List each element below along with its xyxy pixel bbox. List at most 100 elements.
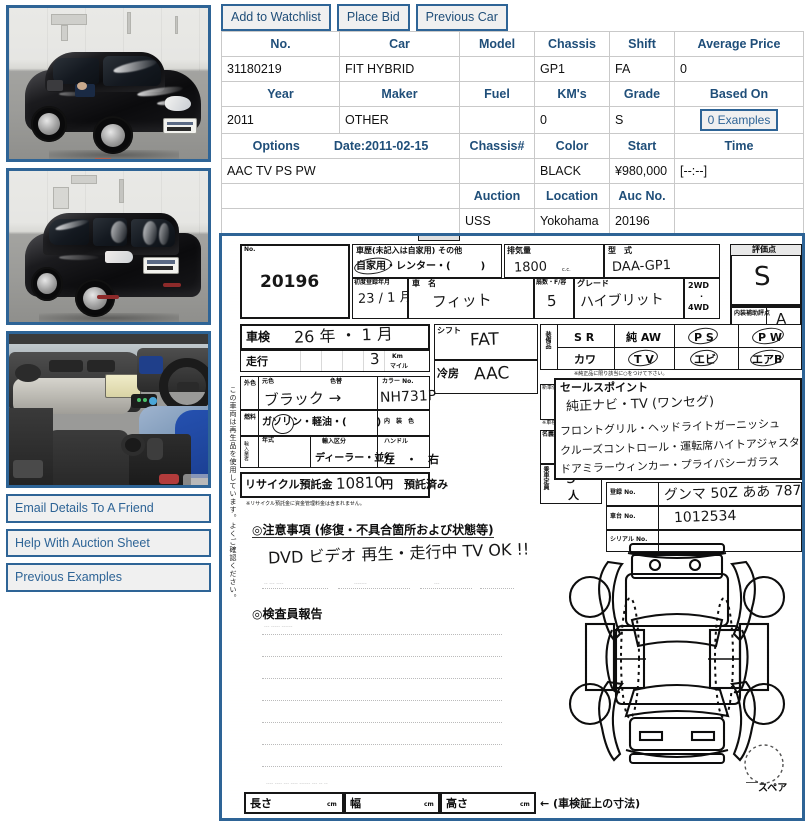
- recycle-label: リサイクル預託金: [245, 478, 333, 491]
- table-row-values-4: USS Yokohama 20196: [221, 208, 804, 234]
- help-with-auction-sheet-button[interactable]: Help With Auction Sheet: [6, 528, 211, 557]
- recycle-note: ※リサイクル預託金に資金管理料金は含まれません。: [246, 501, 365, 507]
- equipment-label: 装備品: [544, 331, 551, 349]
- vehicle-info-table: No. Car Model Chassis Shift Average Pric…: [221, 31, 804, 234]
- repaint-label: 色替: [330, 378, 343, 385]
- reg-no-label: 登録 No.: [610, 489, 636, 496]
- col-header-model: Model: [459, 31, 535, 57]
- notes-value: DVD ビデオ 再生・走行中 TV OK !!: [267, 539, 530, 568]
- color-no-label: カラー No.: [382, 378, 414, 385]
- col-header-car: Car: [339, 31, 460, 57]
- mileage-label: 走行: [246, 355, 268, 368]
- displacement-label: 排気量: [507, 246, 531, 255]
- sidebar-actions: Email Details To A Friend Help With Auct…: [6, 494, 212, 592]
- value-maker: OTHER: [339, 106, 460, 134]
- col-header-fuel: Fuel: [459, 81, 535, 107]
- car-name-label: 車 名: [412, 279, 436, 288]
- drive-4wd: 4WD: [688, 303, 710, 312]
- shift-value: FAT: [469, 329, 500, 351]
- col-header-location: Location: [534, 183, 610, 209]
- value-time: [--:--]: [674, 158, 804, 184]
- blank-cell-c: [221, 208, 460, 234]
- auction-car-detail-page: Email Details To A Friend Help With Auct…: [0, 0, 809, 823]
- table-row-values-1: 31180219 FIT HYBRID GP1 FA 0: [221, 56, 804, 82]
- chassis-no-value: 1012534: [673, 507, 737, 527]
- col-header-chassis-number: Chassis#: [459, 133, 535, 159]
- dimensions-note: ← (車検証上の寸法): [540, 797, 641, 810]
- place-bid-button[interactable]: Place Bid: [336, 4, 410, 31]
- value-fuel: [459, 106, 535, 134]
- col-header-chassis: Chassis: [534, 31, 610, 57]
- car-photo-interior[interactable]: [6, 331, 211, 488]
- value-options: AAC TV PS PW: [221, 158, 460, 184]
- inspector-label: ◎検査員報告: [252, 607, 323, 621]
- interior-score-label: 内装補助評点: [734, 310, 771, 317]
- col-header-options: Options: [252, 139, 300, 153]
- sales-point-label: セールスポイント: [560, 381, 648, 394]
- col-header-no: No.: [221, 31, 340, 57]
- car-photo-rear-three-quarter[interactable]: [6, 168, 211, 325]
- import-label: 輸入区分: [322, 438, 347, 445]
- table-row-values-2: 2011 OTHER 0 S 0 Examples: [221, 106, 804, 134]
- exterior-color-label: 外色: [244, 380, 257, 387]
- ac-value: AAC: [473, 363, 510, 385]
- value-car: FIT HYBRID: [339, 56, 460, 82]
- col-header-year: Year: [221, 81, 340, 107]
- model-code-value: DAA-GP1: [611, 257, 672, 276]
- lot-number-value: 20196: [260, 272, 320, 292]
- blank-cell-b: [674, 183, 804, 209]
- recycle-value: 10810: [335, 473, 385, 493]
- original-color-label: 元色: [262, 378, 275, 385]
- examples-button[interactable]: 0 Examples: [699, 109, 779, 131]
- dimension-width-label: 幅: [350, 797, 361, 810]
- col-header-start: Start: [609, 133, 675, 159]
- ac-label: 冷房: [437, 367, 459, 380]
- equip-sr: S R: [574, 331, 595, 344]
- displacement-unit: c.c.: [562, 267, 571, 273]
- recycle-unit: 円 預託済み: [382, 478, 448, 491]
- first-reg-value: 23 / 1 月: [357, 290, 413, 307]
- mileage-unit-mile: マイル: [390, 363, 409, 370]
- car-photo-front-three-quarter[interactable]: [6, 5, 211, 162]
- left-sidebar: Email Details To A Friend Help With Auct…: [0, 0, 218, 598]
- value-kms: 0: [534, 106, 610, 134]
- auction-sheet-image[interactable]: この車両は再生品を使用しています。よくご確認ください。 No. 20196 車歴…: [219, 233, 805, 821]
- previous-examples-button[interactable]: Previous Examples: [6, 563, 211, 592]
- handle-options: 左 ・ 右: [384, 453, 439, 466]
- shaken-value: 26 年 ・ 1 月: [293, 324, 394, 347]
- mileage-unit-km: Km: [392, 353, 403, 360]
- value-based-on-cell: 0 Examples: [674, 106, 804, 134]
- fuel-label: 燃料: [244, 414, 257, 421]
- seats-label: 乗車定員: [542, 466, 549, 490]
- value-average-price: 0: [674, 56, 804, 82]
- email-details-button[interactable]: Email Details To A Friend: [6, 494, 211, 523]
- previous-car-button[interactable]: Previous Car: [415, 4, 508, 31]
- value-year: 2011: [221, 106, 340, 134]
- col-header-auc-no: Auc No.: [609, 183, 675, 209]
- col-header-color: Color: [534, 133, 610, 159]
- value-no: 31180219: [221, 56, 340, 82]
- col-header-kms: KM's: [534, 81, 610, 107]
- equip-kawa: カワ: [574, 353, 596, 366]
- year-label: 年式: [262, 437, 275, 444]
- import-options: ディーラー・並行: [315, 453, 395, 464]
- history-label: 車歴(未記入は自家用) その他: [356, 246, 463, 255]
- equipment-note: ※純正品に限り該当に○をつけて下さい。: [574, 371, 668, 377]
- col-header-maker: Maker: [339, 81, 460, 107]
- score-label: 評価点: [752, 245, 776, 254]
- grade-value: ハイブリット: [579, 291, 664, 311]
- value-location: Yokohama: [534, 208, 610, 234]
- shaken-label: 車検: [246, 330, 271, 344]
- table-row-header-1: No. Car Model Chassis Shift Average Pric…: [221, 31, 804, 57]
- col-header-shift: Shift: [609, 31, 675, 57]
- col-header-grade: Grade: [609, 81, 675, 107]
- displacement-value: 1800: [513, 259, 548, 276]
- col-header-options-date: Options Date:2011-02-15: [221, 133, 460, 159]
- add-to-watchlist-button[interactable]: Add to Watchlist: [221, 4, 331, 31]
- shift-label: シフト: [437, 326, 461, 335]
- notes-label: ◎注意事項 (修復・不具合箇所および状態等): [252, 523, 494, 538]
- dimension-height-label: 高さ: [446, 797, 468, 810]
- equip-aw: 純 AW: [626, 331, 661, 344]
- col-header-average-price: Average Price: [674, 31, 804, 57]
- drive-2wd: 2WD: [688, 281, 710, 290]
